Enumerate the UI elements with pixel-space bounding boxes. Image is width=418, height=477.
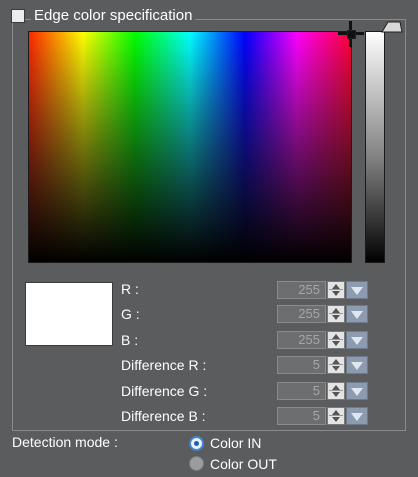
brightness-slider[interactable] [365, 31, 385, 263]
detection-mode-label: Detection mode : [12, 434, 118, 450]
diff-r-spinner[interactable]: 5 [277, 356, 377, 374]
up-down-arrows-icon[interactable] [327, 407, 345, 425]
g-value[interactable]: 255 [277, 305, 326, 323]
triangle-down-icon[interactable] [346, 382, 368, 400]
r-value[interactable]: 255 [277, 281, 326, 299]
diff-b-value[interactable]: 5 [277, 407, 326, 425]
diff-g-spinner[interactable]: 5 [277, 382, 377, 400]
up-down-arrows-icon[interactable] [327, 356, 345, 374]
edge-color-checkbox[interactable] [11, 9, 25, 23]
diff-g-value[interactable]: 5 [277, 382, 326, 400]
color-spectrum-picker[interactable] [28, 31, 352, 263]
color-out-radio[interactable] [189, 456, 204, 471]
triangle-down-icon[interactable] [346, 281, 368, 299]
diff-r-value[interactable]: 5 [277, 356, 326, 374]
color-preview-swatch [25, 282, 113, 346]
diff-b-label: Difference B : [121, 408, 206, 424]
color-out-label[interactable]: Color OUT [210, 455, 277, 473]
diff-r-label: Difference R : [121, 357, 207, 373]
b-value[interactable]: 255 [277, 331, 326, 349]
b-label: B : [121, 332, 139, 348]
edge-color-label: Edge color specification [31, 7, 196, 25]
b-spinner[interactable]: 255 [277, 331, 377, 349]
color-in-radio[interactable] [189, 436, 204, 451]
up-down-arrows-icon[interactable] [327, 305, 345, 323]
diff-g-label: Difference G : [121, 383, 208, 399]
diff-b-spinner[interactable]: 5 [277, 407, 377, 425]
up-down-arrows-icon[interactable] [327, 331, 345, 349]
crosshair-icon[interactable] [338, 21, 364, 47]
r-spinner[interactable]: 255 [277, 281, 377, 299]
triangle-down-icon[interactable] [346, 407, 368, 425]
triangle-down-icon[interactable] [346, 331, 368, 349]
up-down-arrows-icon[interactable] [327, 281, 345, 299]
slider-handle-icon[interactable] [381, 20, 403, 33]
g-spinner[interactable]: 255 [277, 305, 377, 323]
color-in-label[interactable]: Color IN [210, 434, 261, 452]
triangle-down-icon[interactable] [346, 305, 368, 323]
r-label: R : [121, 281, 139, 297]
up-down-arrows-icon[interactable] [327, 382, 345, 400]
triangle-down-icon[interactable] [346, 356, 368, 374]
g-label: G : [121, 306, 140, 322]
